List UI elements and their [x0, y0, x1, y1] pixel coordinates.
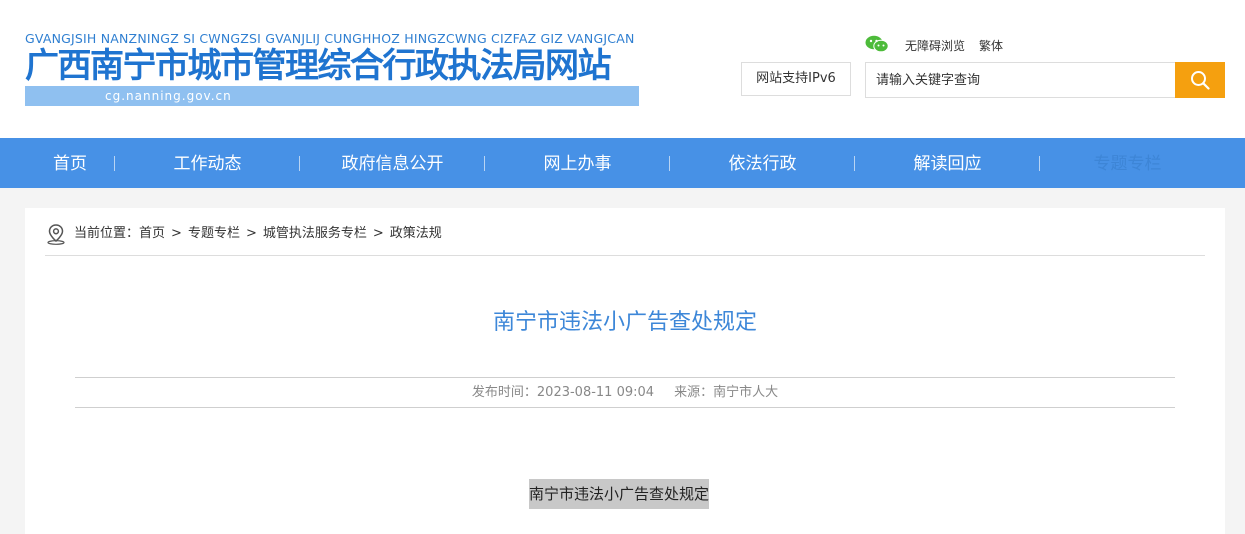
meta-divider-top [75, 377, 1175, 378]
site-logo[interactable]: GVANGJSIH NANZNINGZ SI CWNGZSI GVANJLIJ … [25, 32, 639, 106]
article-meta: 发布时间：2023-08-11 09:04 来源：南宁市人大 [25, 383, 1225, 403]
location-pin-icon [47, 224, 65, 245]
accessibility-link[interactable]: 无障碍浏览 [905, 37, 965, 54]
breadcrumb-prefix: 当前位置： [74, 226, 140, 241]
search-button[interactable] [1175, 62, 1225, 98]
breadcrumb-separator: > [372, 226, 384, 241]
breadcrumb-divider [45, 255, 1205, 256]
source-value: 南宁市人大 [713, 385, 779, 400]
traditional-chinese-link[interactable]: 繁体 [979, 37, 1003, 54]
nav-item-interpretation[interactable]: 解读回应 [855, 138, 1040, 188]
article-body-title: 南宁市违法小广告查处规定 [529, 479, 710, 509]
search-input[interactable] [865, 62, 1175, 98]
logo-title: 广西南宁市城市管理综合行政执法局网站 [25, 46, 612, 86]
nav-item-online-services[interactable]: 网上办事 [485, 138, 670, 188]
site-header: GVANGJSIH NANZNINGZ SI CWNGZSI GVANJLIJ … [0, 0, 1245, 138]
logo-domain: cg.nanning.gov.cn [105, 89, 232, 103]
article-title: 南宁市违法小广告查处规定 [492, 310, 757, 335]
ipv6-badge: 网站支持IPv6 [741, 62, 851, 96]
breadcrumb-policy-regulations[interactable]: 政策法规 [390, 226, 442, 241]
breadcrumb-separator: > [245, 226, 257, 241]
nav-item-special-topics[interactable]: 专题专栏 [1040, 138, 1215, 188]
nav-item-law-admin[interactable]: 依法行政 [670, 138, 855, 188]
main-nav: 首页 工作动态 政府信息公开 网上办事 依法行政 解读回应 专题专栏 [0, 138, 1245, 188]
nav-item-gov-info[interactable]: 政府信息公开 [300, 138, 485, 188]
logo-pinyin: GVANGJSIH NANZNINGZ SI CWNGZSI GVANJLIJ … [25, 32, 635, 46]
meta-divider-bottom [75, 407, 1175, 408]
article-panel: 当前位置：首页 > 专题专栏 > 城管执法服务专栏 > 政策法规 南宁市违法小广告查处规定 … [25, 208, 1225, 534]
nav-item-work-news[interactable]: 工作动态 [115, 138, 300, 188]
source-label: 来源： [674, 385, 714, 400]
breadcrumb-separator: > [171, 226, 182, 241]
breadcrumb-enforcement-column[interactable]: 城管执法服务专栏 [263, 226, 367, 241]
logo-domain-bar: cg.nanning.gov.cn [25, 86, 639, 106]
publish-time-label: 发布时间： [471, 385, 537, 400]
breadcrumb-home[interactable]: 首页 [139, 226, 165, 241]
publish-time: 2023-08-11 09:04 [536, 385, 655, 400]
search-icon [1191, 71, 1210, 90]
wechat-icon[interactable] [865, 35, 889, 53]
breadcrumb-special-topics[interactable]: 专题专栏 [188, 226, 240, 241]
